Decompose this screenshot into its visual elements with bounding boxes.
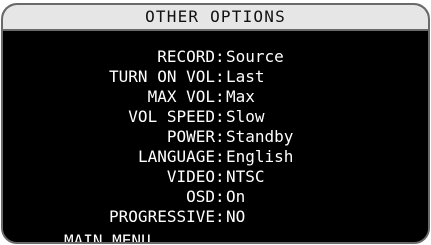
option-row-vol-speed[interactable]: VOL SPEED : Slow	[3, 107, 333, 127]
title-bar: OTHER OPTIONS	[3, 5, 428, 31]
option-row-max-vol[interactable]: MAX VOL : Max	[3, 87, 333, 107]
option-row-turn-on-vol[interactable]: TURN ON VOL : Last	[3, 67, 333, 87]
option-label: RECORD	[157, 47, 215, 66]
option-label: OSD	[186, 187, 215, 206]
option-value: NTSC	[226, 167, 265, 186]
options-panel: RECORD : Source TURN ON VOL : Last MAX V…	[3, 33, 428, 242]
option-label: LANGUAGE	[137, 147, 215, 166]
option-value: Standby	[226, 127, 294, 146]
option-row-language[interactable]: LANGUAGE : English	[3, 147, 333, 167]
option-separator: :	[215, 147, 225, 166]
option-label: POWER	[166, 127, 215, 146]
option-separator: :	[215, 67, 225, 86]
option-value: English	[226, 147, 294, 166]
option-separator: :	[215, 187, 225, 206]
option-separator: :	[215, 167, 225, 186]
option-label: PROGRESSIVE	[109, 207, 215, 226]
option-row-video[interactable]: VIDEO : NTSC	[3, 167, 333, 187]
option-row-record[interactable]: RECORD : Source	[3, 47, 333, 67]
option-value: On	[226, 187, 246, 206]
option-label: TURN ON VOL	[109, 67, 215, 86]
option-value: Max	[226, 87, 255, 106]
option-separator: :	[215, 207, 225, 226]
option-separator: :	[215, 107, 225, 126]
option-value: Last	[226, 67, 265, 86]
option-label: VIDEO	[166, 167, 215, 186]
option-row-osd[interactable]: OSD : On	[3, 187, 333, 207]
option-row-power[interactable]: POWER : Standby	[3, 127, 333, 147]
option-separator: :	[215, 127, 225, 146]
option-value: Slow	[226, 107, 265, 126]
option-value: NO	[226, 207, 246, 226]
option-label: MAX VOL	[147, 87, 215, 106]
option-label: VOL SPEED	[128, 107, 215, 126]
option-row-progressive[interactable]: PROGRESSIVE : NO	[3, 207, 333, 227]
main-menu-link[interactable]: MAIN MENU	[64, 231, 151, 242]
osd-screen: OTHER OPTIONS RECORD : Source TURN ON VO…	[0, 0, 430, 244]
option-separator: :	[215, 47, 225, 66]
screen-title: OTHER OPTIONS	[145, 7, 286, 26]
option-separator: :	[215, 87, 225, 106]
osd-frame: OTHER OPTIONS RECORD : Source TURN ON VO…	[1, 3, 430, 244]
option-value: Source	[226, 47, 284, 66]
